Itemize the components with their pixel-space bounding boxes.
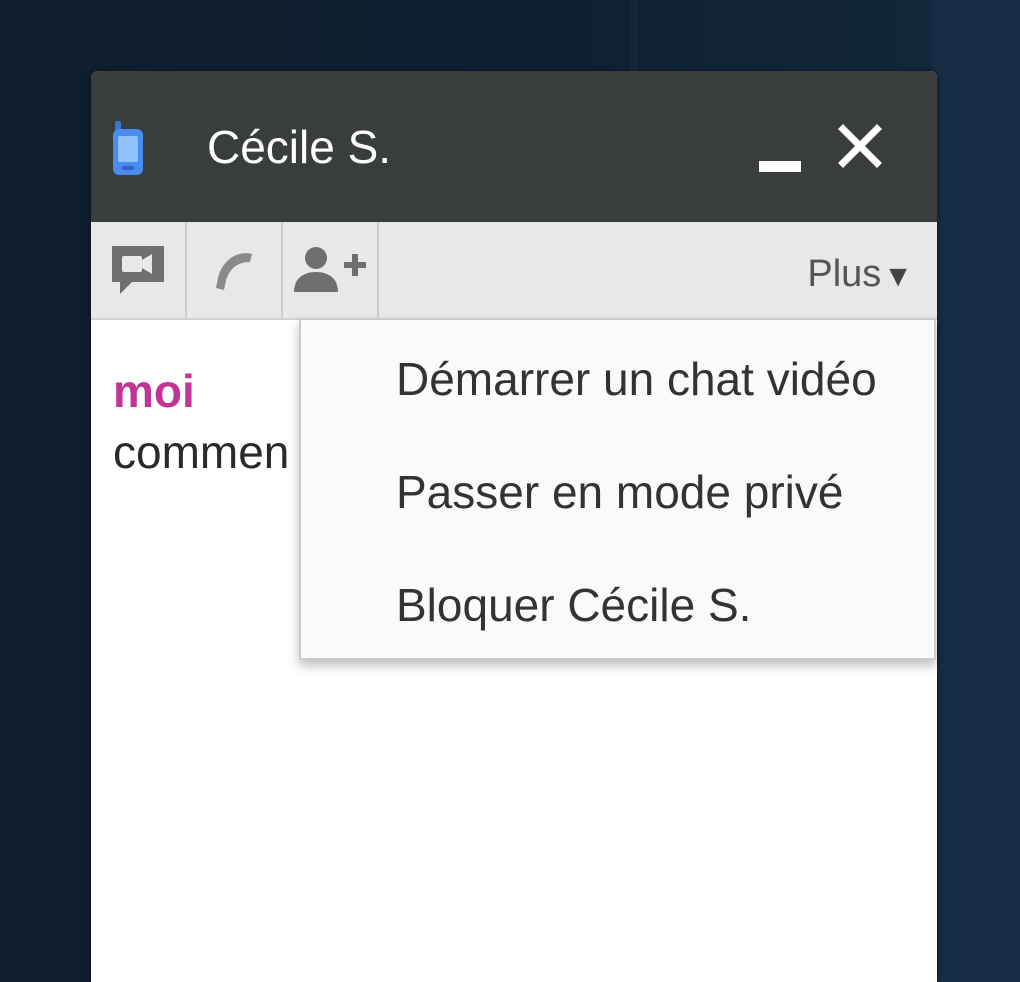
dropdown-arrow-icon: ▼ [883, 260, 913, 293]
more-options-menu: Démarrer un chat vidéo Passer en mode pr… [299, 318, 936, 660]
add-person-button[interactable] [283, 222, 379, 318]
message-author: moi [113, 365, 195, 417]
menu-item-go-off-record[interactable]: Passer en mode privé [396, 465, 843, 519]
minimize-icon [759, 161, 801, 172]
more-options-label: Plus [807, 253, 882, 295]
call-button[interactable] [187, 222, 283, 318]
close-icon [838, 124, 882, 168]
menu-item-start-video-chat[interactable]: Démarrer un chat vidéo [396, 352, 877, 406]
chat-titlebar[interactable]: Cécile S. [91, 71, 937, 222]
contact-name: Cécile S. [207, 121, 392, 173]
video-chat-icon [112, 246, 164, 294]
more-options-button[interactable]: Plus▼ [807, 252, 913, 299]
menu-item-block-contact[interactable]: Bloquer Cécile S. [396, 578, 751, 632]
add-person-icon [294, 247, 366, 292]
minimize-button[interactable] [755, 131, 807, 183]
message-text: commen [113, 426, 290, 478]
close-button[interactable] [835, 121, 885, 171]
video-chat-button[interactable] [91, 222, 187, 318]
phone-call-icon [216, 253, 252, 290]
chat-toolbar: Plus▼ [91, 222, 937, 320]
mobile-phone-icon [111, 119, 145, 177]
background-panel-right [932, 0, 1020, 982]
